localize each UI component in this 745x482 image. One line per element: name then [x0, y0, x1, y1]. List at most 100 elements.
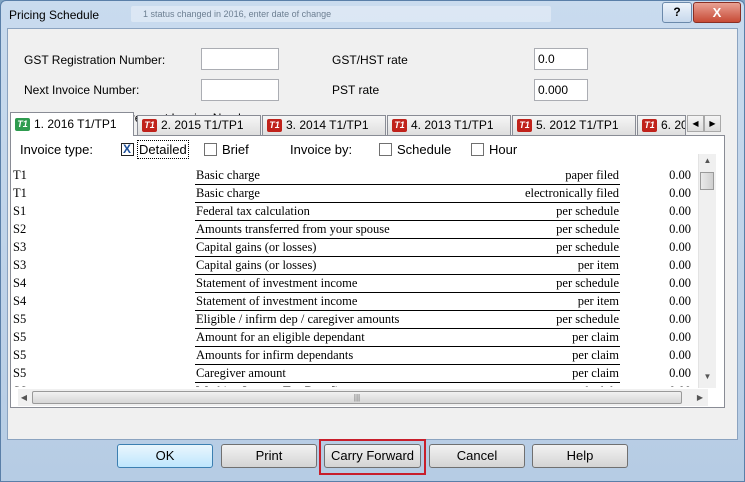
invoice-type-label: Invoice type:	[20, 142, 93, 157]
detailed-option[interactable]: Detailed	[121, 140, 189, 160]
background-window-caption: 1 status changed in 2016, enter date of …	[131, 6, 551, 22]
hour-option[interactable]: Hour	[471, 142, 517, 160]
t1-icon: T1	[642, 119, 657, 133]
brief-checkbox[interactable]	[204, 143, 217, 157]
row-amount-input[interactable]: 0.00	[629, 222, 691, 237]
print-button[interactable]: Print	[221, 444, 317, 468]
pst-rate-input[interactable]	[534, 79, 588, 101]
row-amount-input[interactable]: 0.00	[629, 366, 691, 381]
row-amount-input[interactable]: 0.00	[629, 168, 691, 183]
pst-rate-label: PST rate	[332, 83, 380, 97]
row-description: Amounts for infirm dependants	[196, 348, 354, 362]
t1-icon: T1	[267, 119, 282, 133]
row-description: Statement of investment income	[196, 294, 358, 308]
table-row: S5 Caregiver amount per claim 0.00	[13, 365, 698, 383]
tab-label: 4. 2013 T1/TP1	[411, 118, 494, 132]
row-description-cell: Basic charge paper filed	[195, 168, 620, 185]
title-bar[interactable]: Pricing Schedule 1 status changed in 201…	[1, 1, 744, 29]
row-code: S4	[13, 276, 27, 290]
scroll-up-icon[interactable]: ▲	[699, 156, 716, 165]
table-row: S4 Statement of investment income per sche…	[13, 275, 698, 293]
row-unit: per schedule	[556, 222, 619, 236]
gst-registration-input[interactable]	[201, 48, 279, 70]
tab-label: 1. 2016 T1/TP1	[34, 117, 117, 131]
row-amount-input[interactable]: 0.00	[629, 348, 691, 363]
tab-2012[interactable]: T1 5. 2012 T1/TP1	[512, 115, 636, 135]
row-amount-input[interactable]: 0.00	[629, 294, 691, 309]
brief-label: Brief	[222, 142, 249, 157]
gst-registration-label: GST Registration Number:	[24, 53, 166, 67]
row-unit: per claim	[572, 366, 619, 380]
row-description-cell: Statement of investment income per schedu…	[195, 276, 620, 293]
row-description-cell: Eligible / infirm dep / caregiver amount…	[195, 312, 620, 329]
row-description: Amount for an eligible dependant	[196, 330, 365, 344]
tab-2015[interactable]: T1 2. 2015 T1/TP1	[137, 115, 261, 135]
row-description-cell: Amounts for infirm dependants per claim	[195, 348, 620, 365]
row-code: S5	[13, 366, 27, 380]
row-unit: per schedule	[556, 204, 619, 218]
vertical-scrollbar[interactable]: ▲ ▼	[698, 154, 716, 388]
row-description: Capital gains (or losses)	[196, 258, 317, 272]
row-description: Basic charge	[196, 168, 260, 182]
row-code: S5	[13, 312, 27, 326]
t1-icon: T1	[142, 119, 157, 133]
row-amount-input[interactable]: 0.00	[629, 186, 691, 201]
row-code: S1	[13, 204, 27, 218]
scroll-down-icon[interactable]: ▼	[699, 372, 716, 381]
scroll-left-icon[interactable]: ◀	[18, 393, 30, 402]
row-unit: per schedule	[556, 312, 619, 326]
vertical-scroll-thumb[interactable]	[700, 172, 714, 190]
tab-label: 6. 20	[661, 118, 686, 132]
row-amount-input[interactable]: 0.00	[629, 240, 691, 255]
close-button[interactable]: X	[693, 2, 741, 23]
row-description: Eligible / infirm dep / caregiver amount…	[196, 312, 400, 326]
tab-2011[interactable]: T1 6. 20	[637, 115, 686, 135]
row-code: S5	[13, 348, 27, 362]
cancel-button[interactable]: Cancel	[429, 444, 525, 468]
horizontal-scrollbar[interactable]: ◀ ||| ▶	[18, 389, 708, 406]
ok-button[interactable]: OK	[117, 444, 213, 468]
horizontal-scroll-thumb[interactable]: |||	[32, 391, 682, 404]
tab-2013[interactable]: T1 4. 2013 T1/TP1	[387, 115, 511, 135]
row-unit: per schedule	[556, 384, 619, 387]
table-row: T1 Basic charge paper filed 0.00	[13, 167, 698, 185]
brief-option[interactable]: Brief	[204, 142, 249, 160]
scroll-right-icon[interactable]: ▶	[694, 393, 706, 402]
tab-scroll-left-icon[interactable]: ◀	[687, 115, 704, 132]
row-unit: per schedule	[556, 240, 619, 254]
hour-checkbox[interactable]	[471, 143, 484, 157]
row-description-cell: Amount for an eligible dependant per clai…	[195, 330, 620, 347]
tab-2014[interactable]: T1 3. 2014 T1/TP1	[262, 115, 386, 135]
row-amount-input[interactable]: 0.00	[629, 384, 691, 387]
row-amount-input[interactable]: 0.00	[629, 330, 691, 345]
window-title: Pricing Schedule	[9, 8, 100, 22]
tab-scroll-right-icon[interactable]: ▶	[704, 115, 721, 132]
schedule-checkbox[interactable]	[379, 143, 392, 157]
t1-icon: T1	[517, 119, 532, 133]
row-unit: electronically filed	[524, 186, 619, 200]
help-button[interactable]: Help	[532, 444, 628, 468]
row-description-cell: Amounts transferred from your spouse per …	[195, 222, 620, 239]
row-description-cell: Federal tax calculation per schedule	[195, 204, 620, 221]
help-title-button[interactable]: ?	[662, 2, 692, 23]
row-amount-input[interactable]: 0.00	[629, 276, 691, 291]
row-code: S4	[13, 294, 27, 308]
gst-hst-rate-input[interactable]	[534, 48, 588, 70]
table-row: S2 Amounts transferred from your spouse pe…	[13, 221, 698, 239]
row-amount-input[interactable]: 0.00	[629, 258, 691, 273]
row-code: S3	[13, 258, 27, 272]
row-code: S3	[13, 240, 27, 254]
schedule-option[interactable]: Schedule	[379, 142, 451, 160]
row-unit: paper filed	[565, 168, 619, 182]
row-code: T1	[13, 186, 27, 200]
table-row: S5 Amount for an eligible dependant per cl…	[13, 329, 698, 347]
tab-2016[interactable]: T1 1. 2016 T1/TP1	[10, 112, 134, 136]
row-amount-input[interactable]: 0.00	[629, 312, 691, 327]
detailed-checkbox[interactable]	[121, 142, 134, 157]
table-row: S3 Capital gains (or losses) per item 0.00	[13, 257, 698, 275]
next-invoice-label: Next Invoice Number:	[24, 83, 140, 97]
row-amount-input[interactable]: 0.00	[629, 204, 691, 219]
row-code: S6	[13, 384, 26, 387]
table-row: S3 Capital gains (or losses) per schedule 0…	[13, 239, 698, 257]
next-invoice-input[interactable]	[201, 79, 279, 101]
